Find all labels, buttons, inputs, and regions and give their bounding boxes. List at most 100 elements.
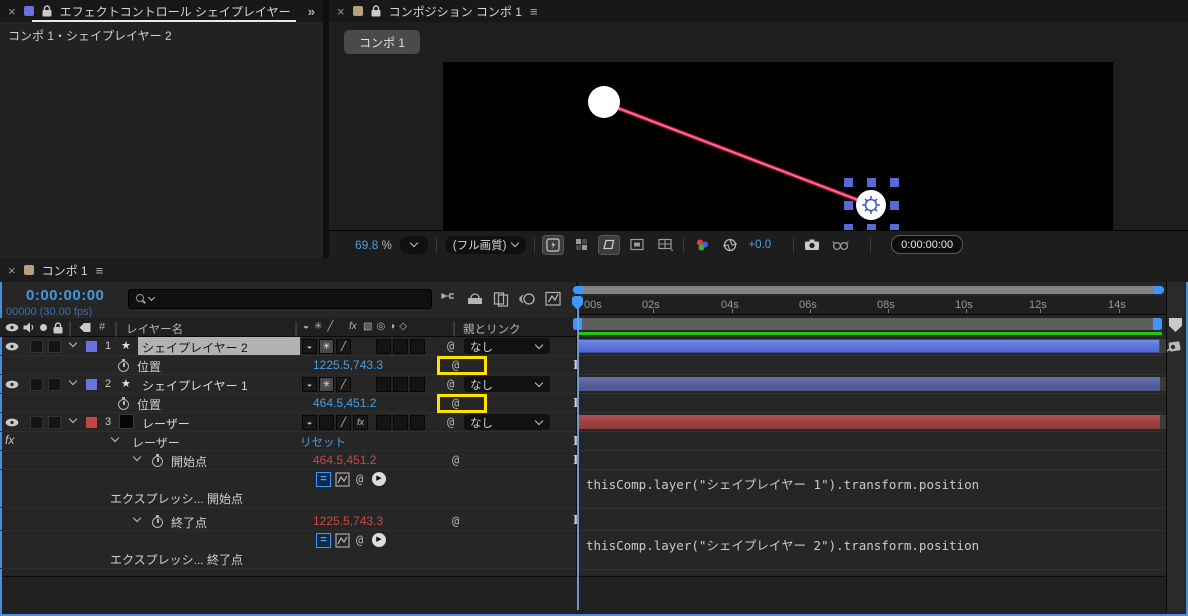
switch-cell[interactable] <box>393 415 408 430</box>
shy-switch[interactable]: ◒ <box>302 339 317 354</box>
current-time-display[interactable]: 0:00:00:00 <box>26 287 104 304</box>
close-icon[interactable]: × <box>8 264 16 277</box>
param-value[interactable]: 464.5,451.2 <box>313 453 376 467</box>
lock-icon[interactable] <box>371 5 381 17</box>
close-icon[interactable]: × <box>337 5 345 18</box>
layer-row-2[interactable]: 2 ★ シェイプレイヤー 1 ◒ ✳ ╱ @ なし <box>0 375 578 394</box>
twirl-chevron-icon[interactable] <box>68 414 78 424</box>
shy-switch[interactable]: ◒ <box>302 415 317 430</box>
snapshot-camera-icon[interactable] <box>802 236 822 254</box>
column-parent-link[interactable]: 親とリンク <box>463 321 521 337</box>
effect-name[interactable]: レーザー <box>132 434 180 451</box>
stopwatch-icon[interactable] <box>118 397 129 410</box>
resolution-dropdown[interactable]: (フル画質) <box>444 235 527 254</box>
property-pickwhip-icon[interactable]: @ <box>452 453 459 467</box>
parent-dropdown[interactable]: なし <box>464 338 550 354</box>
expression-graph-icon[interactable] <box>335 533 350 548</box>
parent-pickwhip-icon[interactable]: @ <box>447 377 454 391</box>
panel-menu-icon[interactable]: ≡ <box>96 263 104 278</box>
collapse-switch[interactable]: ✳ <box>319 377 334 392</box>
layer-row-1[interactable]: 1 ★ シェイプレイヤー 2 ◒ ✳ ╱ @ なし <box>0 337 578 356</box>
show-snapshot-glasses-icon[interactable] <box>830 236 850 254</box>
stopwatch-icon[interactable] <box>118 359 129 372</box>
quality-switch[interactable]: ╱ <box>336 377 351 392</box>
expression-enabled-icon[interactable]: = <box>316 533 331 548</box>
position-value[interactable]: 464.5,451.2 <box>313 396 376 410</box>
scrollbar-right-handle[interactable] <box>1154 286 1164 294</box>
lock-icon[interactable] <box>53 322 63 334</box>
column-number[interactable]: # <box>99 321 105 333</box>
tab-effect-controls[interactable]: エフェクトコントロール シェイプレイヤー <box>60 3 291 20</box>
composition-viewport[interactable] <box>443 62 1113 230</box>
audio-speaker-icon[interactable] <box>23 322 34 333</box>
layer-color-swatch[interactable] <box>86 417 97 428</box>
mini-flowchart-icon[interactable] <box>441 291 458 307</box>
panel-menu-icon[interactable]: ≡ <box>530 4 538 19</box>
layer-bar-1[interactable] <box>578 339 1160 353</box>
expression-text-1[interactable]: thisComp.layer("シェイプレイヤー 1").transform.p… <box>586 474 979 493</box>
transparency-grid-icon[interactable] <box>571 236 591 254</box>
quality-switch[interactable]: ╱ <box>336 415 351 430</box>
switch-cell[interactable] <box>376 415 391 430</box>
work-area-end-handle[interactable] <box>1153 318 1162 330</box>
twirl-chevron-icon[interactable] <box>68 338 78 348</box>
switch-cell[interactable] <box>393 377 408 392</box>
audio-toggle-cell[interactable] <box>30 378 43 391</box>
twirl-chevron-icon[interactable] <box>132 513 142 523</box>
layer-row-3[interactable]: 3 レーザー ◒ ╱ fx @ なし <box>0 413 578 432</box>
switch-cell[interactable] <box>376 377 391 392</box>
position-value[interactable]: 1225.5,743.3 <box>313 358 383 372</box>
layer-bar-3[interactable] <box>578 415 1160 429</box>
timeline-bottom-strip[interactable] <box>2 576 1166 614</box>
video-eye-icon[interactable] <box>5 323 19 332</box>
shape-circle-2-selected[interactable] <box>856 190 886 220</box>
expression-language-menu-icon[interactable]: ▶ <box>372 472 386 486</box>
column-layer-name[interactable]: レイヤー名 <box>126 321 183 337</box>
expression-enabled-icon[interactable]: = <box>316 472 331 487</box>
param-label[interactable]: 開始点 <box>171 453 207 470</box>
audio-toggle-cell[interactable] <box>30 340 43 353</box>
expression-pickwhip-icon[interactable]: @ <box>356 472 363 486</box>
shy-switch[interactable]: ◒ <box>302 377 317 392</box>
graph-editor-icon[interactable] <box>545 291 562 307</box>
effect-reset-link[interactable]: リセット <box>300 434 346 450</box>
param-value[interactable]: 1225.5,743.3 <box>313 514 383 528</box>
close-icon[interactable]: × <box>8 5 16 18</box>
switch-cell[interactable] <box>376 339 391 354</box>
exposure-value[interactable]: +0.0 <box>748 239 771 251</box>
search-options-chevron[interactable] <box>147 293 156 302</box>
tab-composition[interactable]: コンポジション コンポ 1 <box>389 3 522 20</box>
solo-icon[interactable] <box>40 324 47 331</box>
tab-timeline-comp[interactable]: コンポ 1 <box>42 262 88 279</box>
switch-cell[interactable] <box>410 377 425 392</box>
expression-graph-icon[interactable] <box>335 472 350 487</box>
layer-name[interactable]: レーザー <box>142 415 190 432</box>
guides-icon[interactable] <box>627 236 647 254</box>
label-tag-icon[interactable] <box>79 322 91 333</box>
param-label[interactable]: 終了点 <box>171 514 207 531</box>
parent-pickwhip-icon[interactable]: @ <box>447 339 454 353</box>
quality-switch[interactable]: ╱ <box>336 339 351 354</box>
playhead-line[interactable] <box>577 296 579 610</box>
expression-pickwhip-icon[interactable]: @ <box>356 533 363 547</box>
solo-lock-cell[interactable] <box>48 378 61 391</box>
fast-preview-icon[interactable] <box>543 235 564 254</box>
video-eye-icon[interactable] <box>5 418 19 427</box>
twirl-chevron-icon[interactable] <box>110 433 120 443</box>
grid-icon[interactable] <box>655 236 675 254</box>
preview-timecode[interactable]: 0:00:00:00 <box>891 235 964 254</box>
work-area-bar[interactable] <box>573 318 1162 330</box>
parent-dropdown[interactable]: なし <box>464 376 550 392</box>
twirl-chevron-icon[interactable] <box>68 376 78 386</box>
switch-cell[interactable] <box>393 339 408 354</box>
switch-cell[interactable] <box>410 339 425 354</box>
twirl-chevron-icon[interactable] <box>132 452 142 462</box>
layer-marker-icon[interactable] <box>1166 340 1182 353</box>
time-ruler[interactable]: 00s 02s 04s 06s 08s 10s 12s 14s <box>578 296 1166 315</box>
expression-text-2[interactable]: thisComp.layer("シェイプレイヤー 2").transform.p… <box>586 535 979 554</box>
zoom-level[interactable]: 69.8 <box>355 238 378 252</box>
zoom-dropdown[interactable] <box>399 235 428 254</box>
solo-lock-cell[interactable] <box>48 340 61 353</box>
switch-cell[interactable] <box>319 415 334 430</box>
layer-name-selected[interactable]: シェイプレイヤー 2 <box>138 337 300 355</box>
